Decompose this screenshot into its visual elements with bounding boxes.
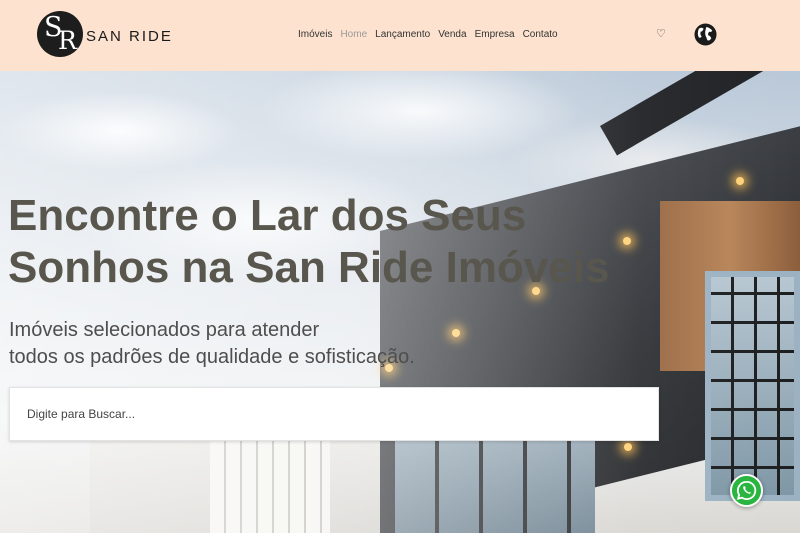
nav-item-imoveis[interactable]: Imóveis bbox=[298, 29, 332, 40]
hero-subtitle: Imóveis selecionados para atender todos … bbox=[9, 317, 609, 371]
nav-item-contato[interactable]: Contato bbox=[523, 29, 558, 40]
hero-title-line2: Sonhos na San Ride Imóveis bbox=[8, 243, 610, 292]
nav-item-venda[interactable]: Venda bbox=[438, 29, 466, 40]
search-input[interactable] bbox=[9, 387, 659, 441]
heart-icon[interactable]: ♡ bbox=[656, 27, 666, 40]
site-header: S R SAN RIDE Imóveis Home Lançamento Ven… bbox=[0, 0, 800, 71]
hero-section: Encontre o Lar dos Seus Sonhos na San Ri… bbox=[0, 71, 800, 533]
main-nav: Imóveis Home Lançamento Venda Empresa Co… bbox=[298, 29, 558, 40]
whatsapp-icon[interactable] bbox=[730, 474, 763, 507]
globe-icon[interactable] bbox=[694, 23, 717, 46]
logo-letter-r: R bbox=[58, 26, 77, 55]
brand-name[interactable]: SAN RIDE bbox=[86, 28, 173, 45]
brand-logo[interactable]: S R bbox=[37, 11, 83, 57]
nav-item-lancamento[interactable]: Lançamento bbox=[375, 29, 430, 40]
hero-title: Encontre o Lar dos Seus Sonhos na San Ri… bbox=[8, 190, 728, 294]
nav-item-empresa[interactable]: Empresa bbox=[475, 29, 515, 40]
hero-subtitle-line2: todos os padrões de qualidade e sofistic… bbox=[9, 346, 415, 368]
nav-item-home[interactable]: Home bbox=[340, 29, 367, 40]
hero-title-line1: Encontre o Lar dos Seus bbox=[8, 191, 527, 240]
hero-overlay bbox=[0, 71, 800, 533]
hero-subtitle-line1: Imóveis selecionados para atender bbox=[9, 319, 320, 341]
